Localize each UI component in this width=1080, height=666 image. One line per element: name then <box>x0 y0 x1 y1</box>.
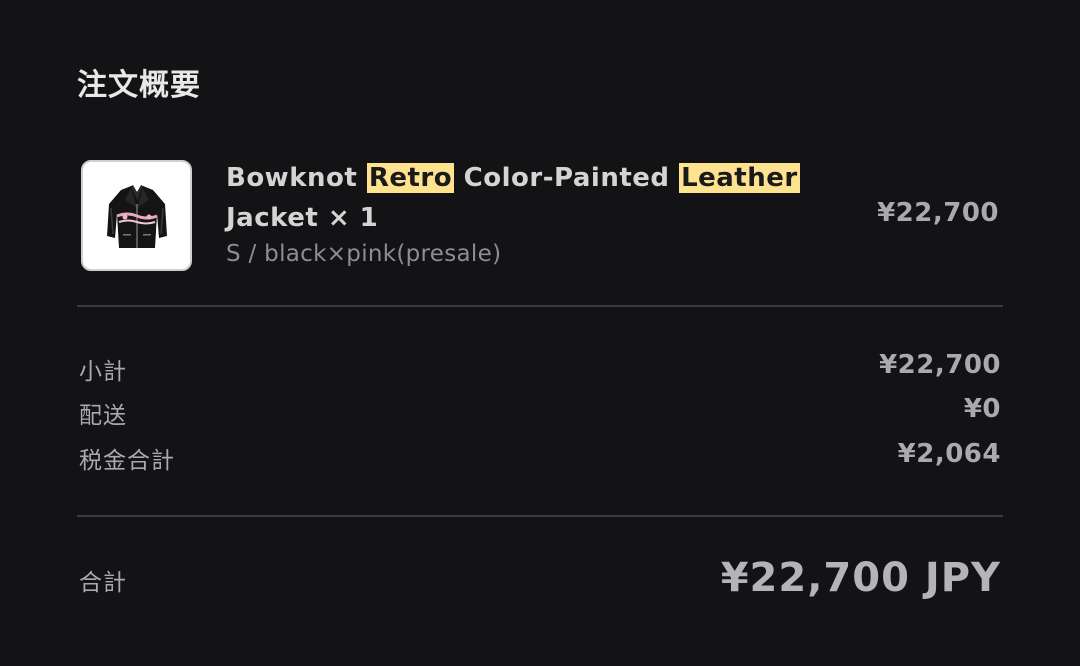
product-name[interactable]: Bowknot Retro Color-Painted Leather Jack… <box>226 158 846 238</box>
shipping-value: ¥0 <box>963 394 1001 424</box>
product-price: ¥22,700 <box>877 198 999 228</box>
highlighted-term: Leather <box>679 163 800 193</box>
total-label: 合計 <box>79 570 127 596</box>
shipping-label: 配送 <box>79 403 127 429</box>
divider-top <box>77 305 1003 307</box>
product-variant: S / black×pink(presale) <box>226 241 502 267</box>
product-name-text: Color-Painted <box>454 163 680 193</box>
product-thumbnail[interactable] <box>81 160 192 271</box>
order-summary-heading: 注文概要 <box>77 68 201 103</box>
product-name-text: Bowknot <box>226 163 367 193</box>
product-name-text: Jacket × 1 <box>226 203 379 233</box>
divider-bottom <box>77 515 1003 517</box>
total-value: ¥22,700 JPY <box>720 555 1001 601</box>
tax-value: ¥2,064 <box>897 439 1001 469</box>
subtotal-label: 小計 <box>79 359 127 385</box>
subtotal-value: ¥22,700 <box>879 350 1001 380</box>
leather-jacket-image <box>106 184 167 248</box>
highlighted-term: Retro <box>366 163 455 193</box>
tax-label: 税金合計 <box>79 448 175 474</box>
